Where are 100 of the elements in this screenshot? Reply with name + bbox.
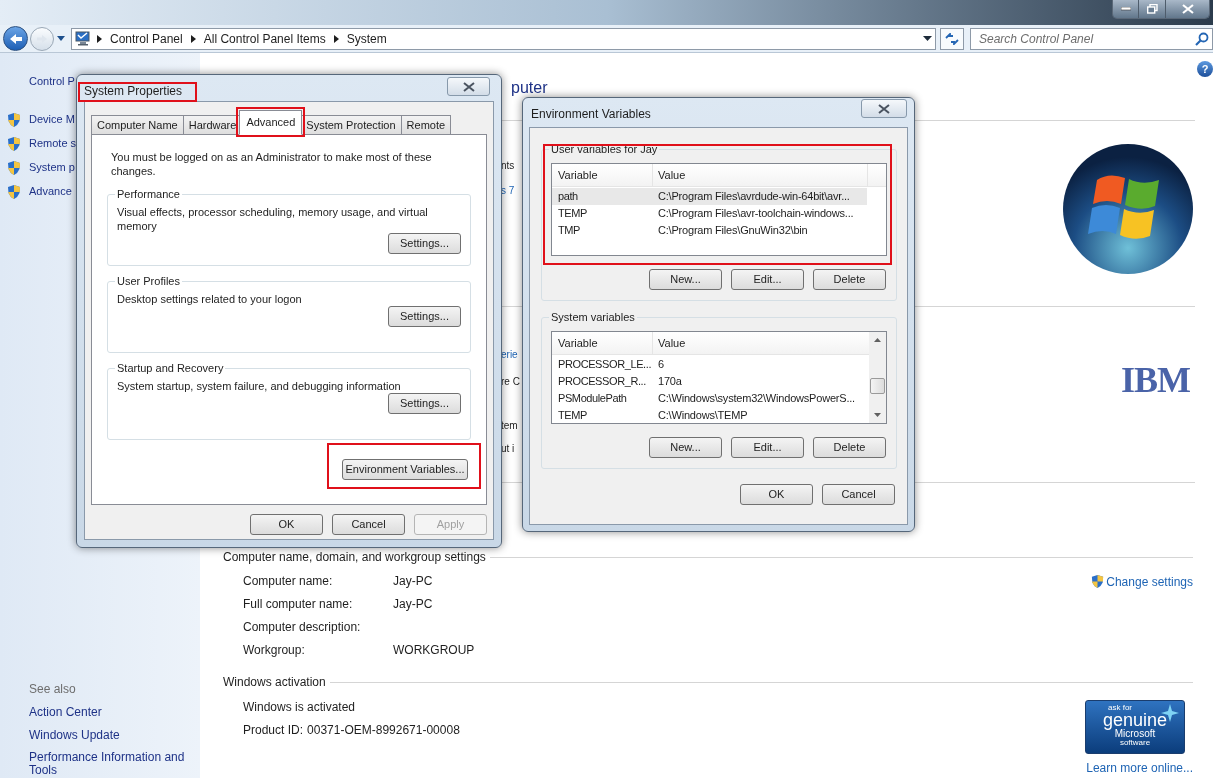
table-cell-text: TEMP [557, 206, 588, 222]
dialog-button[interactable]: Edit... [731, 269, 804, 290]
field-label: Computer name: [243, 574, 334, 589]
history-caret-icon[interactable] [57, 35, 65, 42]
genuine-badge[interactable]: ask for genuine Microsoft software [1085, 700, 1185, 754]
separator-arrow-icon[interactable] [190, 34, 196, 43]
scroll-down-icon[interactable] [874, 413, 881, 417]
product-id-label: Product ID: [243, 723, 304, 738]
sidebar-link[interactable]: Advance [29, 183, 72, 200]
sidebar-link[interactable]: Performance Information and Tools [29, 751, 194, 777]
group-title: System variables [550, 310, 636, 324]
sidebar-link[interactable]: Windows Update [29, 728, 194, 743]
close-button[interactable] [1166, 0, 1209, 18]
field-value: Jay-PC [393, 574, 433, 589]
scrollbar[interactable] [869, 332, 886, 423]
dropdown-caret-icon[interactable] [923, 35, 932, 42]
sidebar-link[interactable]: Action Center [29, 705, 194, 720]
dialog-button[interactable]: New... [649, 269, 722, 290]
sidebar-link[interactable]: Device M [29, 111, 75, 128]
sidebar-link[interactable]: Remote s [29, 135, 77, 152]
column-header[interactable]: Value [653, 332, 869, 354]
close-icon [462, 81, 475, 92]
search-input[interactable]: Search Control Panel [979, 29, 1195, 48]
tab[interactable]: Remote [400, 115, 452, 135]
field-label: Workgroup: [243, 643, 306, 658]
table-cell-text: C:\Program Files\avr-toolchain-windows... [657, 206, 855, 222]
partial-link[interactable]: s 7 [501, 185, 515, 197]
dialog-button[interactable]: Delete [813, 437, 886, 458]
scroll-up-icon[interactable] [874, 338, 881, 342]
group-description: Desktop settings related to your logon [117, 292, 303, 306]
table-cell-text: C:\Windows\system32\WindowsPowerS... [657, 391, 856, 407]
field-value: WORKGROUP [393, 643, 475, 658]
column-header[interactable]: Value [653, 164, 867, 186]
see-also-heading: See also [29, 682, 77, 697]
environment-variables-button[interactable]: Environment Variables... [342, 459, 468, 480]
breadcrumb[interactable]: All Control Panel Items [203, 29, 326, 48]
dialog-button[interactable]: Settings... [388, 393, 461, 414]
learn-more-link[interactable]: Learn more online... [1086, 759, 1193, 777]
tab[interactable]: Computer Name [91, 115, 184, 135]
shield-icon [1090, 574, 1106, 589]
list-row[interactable]: PSModulePath C:\Windows\system32\WindowsPowerS... [552, 390, 869, 407]
field-label: Full computer name: [243, 597, 354, 612]
breadcrumb[interactable]: System [346, 29, 387, 48]
sidebar-link[interactable]: System p [29, 159, 75, 176]
search-icon[interactable] [1195, 31, 1209, 46]
partial-link[interactable]: erie [501, 349, 518, 361]
field-value: Jay-PC [393, 597, 433, 612]
field-label: Computer description: [243, 620, 362, 635]
partial-text: tem [501, 420, 518, 432]
partial-text: re C [501, 376, 520, 388]
address-field[interactable]: Control Panel All Control Panel Items System [71, 27, 936, 50]
table-cell-text: 170a [657, 374, 683, 390]
close-button[interactable] [447, 77, 490, 96]
table-cell-text: PROCESSOR_R... [557, 374, 647, 390]
close-button[interactable] [861, 99, 907, 118]
dialog-button[interactable]: New... [649, 437, 722, 458]
list-row[interactable]: PROCESSOR_LE... 6 [552, 356, 869, 373]
list-row[interactable]: TEMP C:\Program Files\avr-toolchain-windows... [552, 205, 867, 222]
refresh-button[interactable] [940, 27, 964, 50]
column-header[interactable]: Variable [552, 164, 653, 186]
dialog-button[interactable]: Settings... [388, 306, 461, 327]
dialog-button[interactable]: Cancel [822, 484, 895, 505]
shield-icon [6, 111, 22, 128]
dialog-button[interactable]: Cancel [332, 514, 405, 535]
dialog-button[interactable]: OK [250, 514, 323, 535]
search-field[interactable]: Search Control Panel [970, 27, 1213, 50]
group-title: Startup and Recovery [116, 361, 225, 375]
table-cell-text: PSModulePath [557, 391, 628, 407]
dialog-button[interactable]: Edit... [731, 437, 804, 458]
list-row[interactable]: path C:\Program Files\avrdude-win-64bit\avr... [552, 188, 867, 205]
tab[interactable]: System Protection [300, 115, 402, 135]
help-button[interactable]: ? [1197, 61, 1213, 77]
product-id-value: 00371-OEM-8992671-00008 [307, 723, 460, 738]
column-header[interactable]: Variable [552, 332, 653, 354]
breadcrumb[interactable]: Control Panel [110, 29, 183, 48]
close-icon [1181, 4, 1194, 14]
tab[interactable]: Advanced [239, 110, 303, 135]
restore-button[interactable] [1139, 0, 1166, 18]
table-cell-text: path [557, 189, 579, 205]
table-cell-text: PROCESSOR_LE... [557, 357, 653, 373]
badge-text: software [1119, 739, 1151, 747]
admin-note: You must be logged on as an Administrator to make most of these changes. [110, 150, 433, 178]
dialog-button[interactable]: Delete [813, 269, 886, 290]
partial-text: ut i [501, 443, 515, 455]
scroll-thumb[interactable] [870, 378, 885, 394]
refresh-icon [945, 32, 959, 45]
minimize-icon [1120, 7, 1131, 11]
dialog-button[interactable]: Settings... [388, 233, 461, 254]
minimize-button[interactable] [1113, 0, 1139, 18]
list-row[interactable]: PROCESSOR_R... 170a [552, 373, 869, 390]
list-row[interactable]: TMP C:\Program Files\GnuWin32\bin [552, 222, 867, 239]
section-heading: Windows activation [223, 674, 326, 691]
dialog-button[interactable]: OK [740, 484, 813, 505]
separator-arrow-icon[interactable] [97, 34, 102, 43]
table-cell-text: C:\Windows\TEMP [657, 408, 749, 423]
back-button[interactable] [3, 26, 28, 51]
sidebar-link[interactable]: Control P [29, 75, 75, 87]
separator-arrow-icon[interactable] [333, 34, 339, 43]
list-row[interactable]: TEMP C:\Windows\TEMP [552, 407, 869, 423]
change-settings-link[interactable]: Change settings [1090, 574, 1193, 589]
